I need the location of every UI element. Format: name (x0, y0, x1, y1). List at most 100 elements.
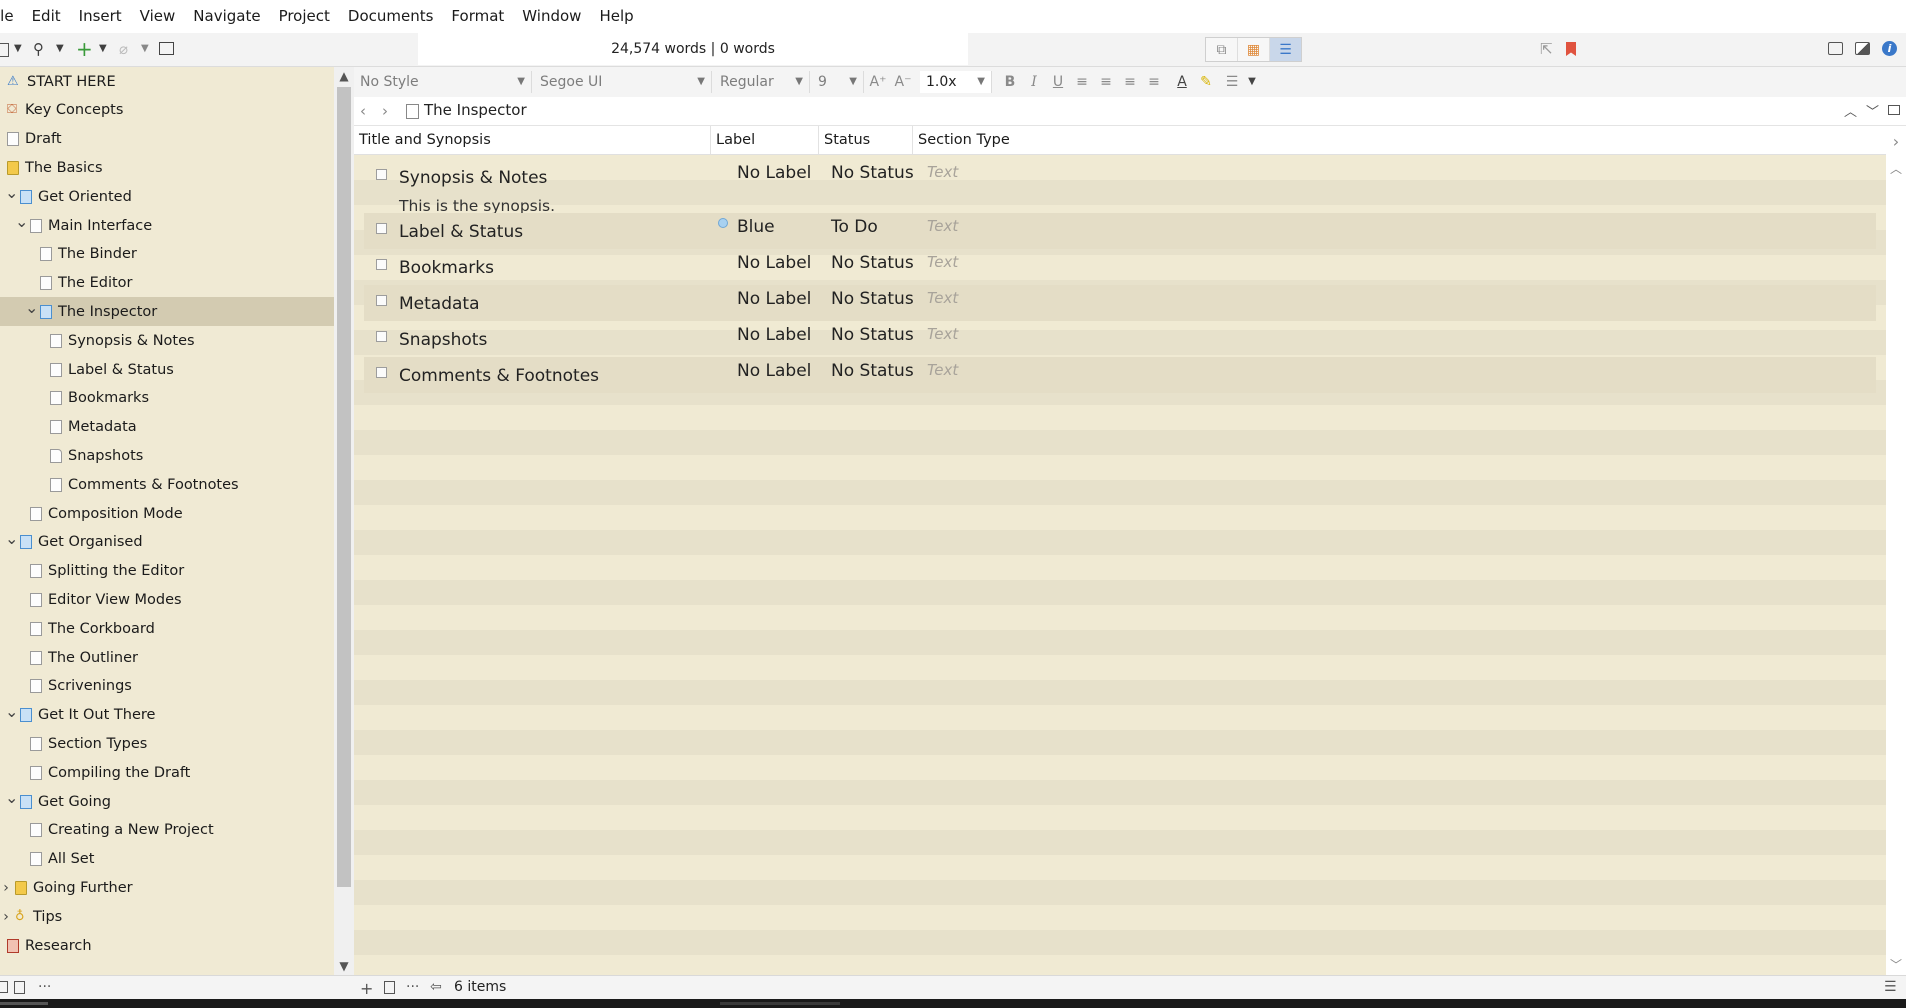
binder-item[interactable]: ⌄ Get Oriented (0, 182, 334, 211)
binder-item[interactable]: Metadata (0, 413, 334, 442)
chevron-right-icon[interactable]: › (0, 880, 12, 896)
binder-item[interactable]: Snapshots (0, 441, 334, 470)
outliner-row[interactable]: Comments & Footnotes No Label No Status Tex… (364, 357, 1876, 393)
binder-item[interactable]: Composition Mode (0, 499, 334, 528)
column-header-section-type[interactable]: Section Type (913, 126, 1113, 154)
binder-item[interactable]: › ♁ Tips (0, 902, 334, 931)
align-justify-icon[interactable]: ≡ (1120, 72, 1140, 92)
scroll-down-icon[interactable]: ﹀ (1886, 956, 1906, 973)
outliner-row-section-type[interactable]: Text (927, 289, 958, 307)
bookmark-icon[interactable] (1566, 42, 1576, 56)
menu-format[interactable]: Format (442, 0, 513, 33)
outliner-row-section-type[interactable]: Text (927, 361, 958, 379)
binder-item[interactable]: Editor View Modes (0, 585, 334, 614)
binder-item[interactable]: ⌄ The Inspector (0, 297, 334, 327)
align-center-icon[interactable]: ≡ (1096, 72, 1116, 92)
outliner-row-status[interactable]: No Status (831, 163, 914, 183)
font-family-select[interactable]: Segoe UI ▼ (534, 71, 712, 93)
outliner-row[interactable]: Snapshots No Label No Status Text (364, 321, 1876, 357)
menu-project[interactable]: Project (270, 0, 339, 33)
font-size-select[interactable]: 9 ▼ (812, 71, 864, 93)
font-weight-select[interactable]: Regular ▼ (714, 71, 810, 93)
list-icon[interactable]: ☰ (1884, 979, 1897, 995)
outliner-row[interactable]: Bookmarks No Label No Status Text (364, 249, 1876, 285)
more-options-icon[interactable]: ··· (406, 979, 419, 995)
menu-help[interactable]: Help (590, 0, 642, 33)
column-header-status[interactable]: Status (819, 126, 913, 154)
bold-icon[interactable]: B (1000, 72, 1020, 92)
binder-item[interactable]: ⌄ Main Interface (0, 211, 334, 240)
binder-item[interactable]: Creating a New Project (0, 816, 334, 845)
outliner-row-title[interactable]: Synopsis & Notes (399, 168, 547, 188)
binder-item[interactable]: Synopsis & Notes (0, 326, 334, 355)
back-arrow-icon[interactable]: ‹ (360, 102, 366, 120)
outliner-row-status[interactable]: To Do (831, 217, 878, 237)
scrivenings-mode-icon[interactable]: ⧉ (1206, 38, 1238, 61)
scroll-down-icon[interactable]: ▼ (334, 959, 354, 973)
editor-document-title[interactable]: The Inspector (424, 101, 527, 119)
italic-icon[interactable]: I (1024, 72, 1044, 92)
line-spacing-select[interactable]: 1.0x ▼ (920, 71, 992, 93)
text-color-icon[interactable]: A (1172, 72, 1192, 92)
binder-item[interactable]: Research (0, 931, 334, 960)
chevron-down-icon[interactable]: ⌄ (5, 183, 18, 202)
align-right-icon[interactable]: ≡ (1144, 72, 1164, 92)
outliner-row-section-type[interactable]: Text (927, 253, 958, 271)
move-out-icon[interactable]: ⇦ (430, 979, 442, 995)
outliner-row-section-type[interactable]: Text (927, 217, 958, 235)
outliner-row-label[interactable]: No Label (737, 163, 811, 183)
menu-insert[interactable]: Insert (70, 0, 131, 33)
add-icon[interactable]: + (360, 979, 373, 998)
chevron-down-icon[interactable]: ▼ (99, 40, 107, 58)
forward-arrow-icon[interactable]: › (382, 102, 388, 120)
binder-item[interactable]: › Going Further (0, 873, 334, 902)
increase-font-icon[interactable]: A⁺ (868, 72, 888, 92)
scroll-up-icon[interactable]: ︿ (1886, 160, 1906, 177)
outliner-row-label[interactable]: No Label (737, 361, 811, 381)
menu-navigate[interactable]: Navigate (184, 0, 269, 33)
composition-icon[interactable] (1855, 42, 1870, 55)
binder-item[interactable]: Comments & Footnotes (0, 470, 334, 499)
outliner-row-section-type[interactable]: Text (927, 163, 958, 181)
outliner-row-title[interactable]: Label & Status (399, 222, 523, 242)
panel-icon[interactable] (0, 981, 8, 993)
binder-item[interactable]: Scrivenings (0, 672, 334, 701)
binder-scroll-thumb[interactable] (337, 87, 351, 887)
split-editor-icon[interactable] (1888, 105, 1900, 115)
menu-file[interactable]: ile (0, 0, 23, 33)
outliner-row-status[interactable]: No Status (831, 325, 914, 345)
binder-item[interactable]: Splitting the Editor (0, 557, 334, 586)
menu-documents[interactable]: Documents (339, 0, 443, 33)
outliner-row-title[interactable]: Comments & Footnotes (399, 366, 599, 386)
outliner-mode-icon[interactable]: ☰ (1270, 38, 1301, 61)
highlight-icon[interactable]: ✎ (1196, 72, 1216, 92)
binder-scrollbar[interactable]: ▲ ▼ (334, 67, 354, 975)
menu-edit[interactable]: Edit (23, 0, 70, 33)
outliner-row[interactable]: Label & Status Blue To Do Text (364, 213, 1876, 249)
chevron-down-icon[interactable]: ⌄ (5, 788, 18, 807)
search-icon[interactable]: ⚲ (33, 40, 44, 58)
chevron-down-icon[interactable]: ▼ (141, 40, 149, 58)
more-options-icon[interactable]: ··· (38, 979, 51, 995)
outliner-scrollbar[interactable]: › ︿ ﹀ (1886, 126, 1906, 975)
chevron-right-icon[interactable]: › (1886, 132, 1906, 151)
menu-window[interactable]: Window (513, 0, 590, 33)
outliner-row-title[interactable]: Bookmarks (399, 258, 494, 278)
inspector-info-icon[interactable]: i (1882, 41, 1897, 56)
binder-item[interactable]: Bookmarks (0, 384, 334, 413)
binder-item[interactable]: Label & Status (0, 355, 334, 384)
chevron-down-icon[interactable]: ▼ (1242, 72, 1262, 92)
binder-item[interactable]: ⛋ Key Concepts (0, 96, 334, 125)
outliner-row-label[interactable]: No Label (737, 289, 811, 309)
column-header-label[interactable]: Label (711, 126, 819, 154)
chevron-down-icon[interactable]: ⌄ (5, 702, 18, 721)
edit-note-icon[interactable] (159, 42, 174, 55)
outliner-row-label[interactable]: Blue (737, 217, 775, 237)
attach-icon[interactable]: ⌀ (119, 40, 128, 58)
outliner-row-title[interactable]: Snapshots (399, 330, 487, 350)
chevron-down-icon[interactable]: ﹀ (1866, 101, 1879, 120)
binder-item[interactable]: Section Types (0, 729, 334, 758)
align-left-icon[interactable]: ≡ (1072, 72, 1092, 92)
outliner-row[interactable]: Synopsis & Notes No Label No Status Text Thi… (364, 159, 1876, 215)
binder-item[interactable]: ⌄ Get Going (0, 787, 334, 816)
